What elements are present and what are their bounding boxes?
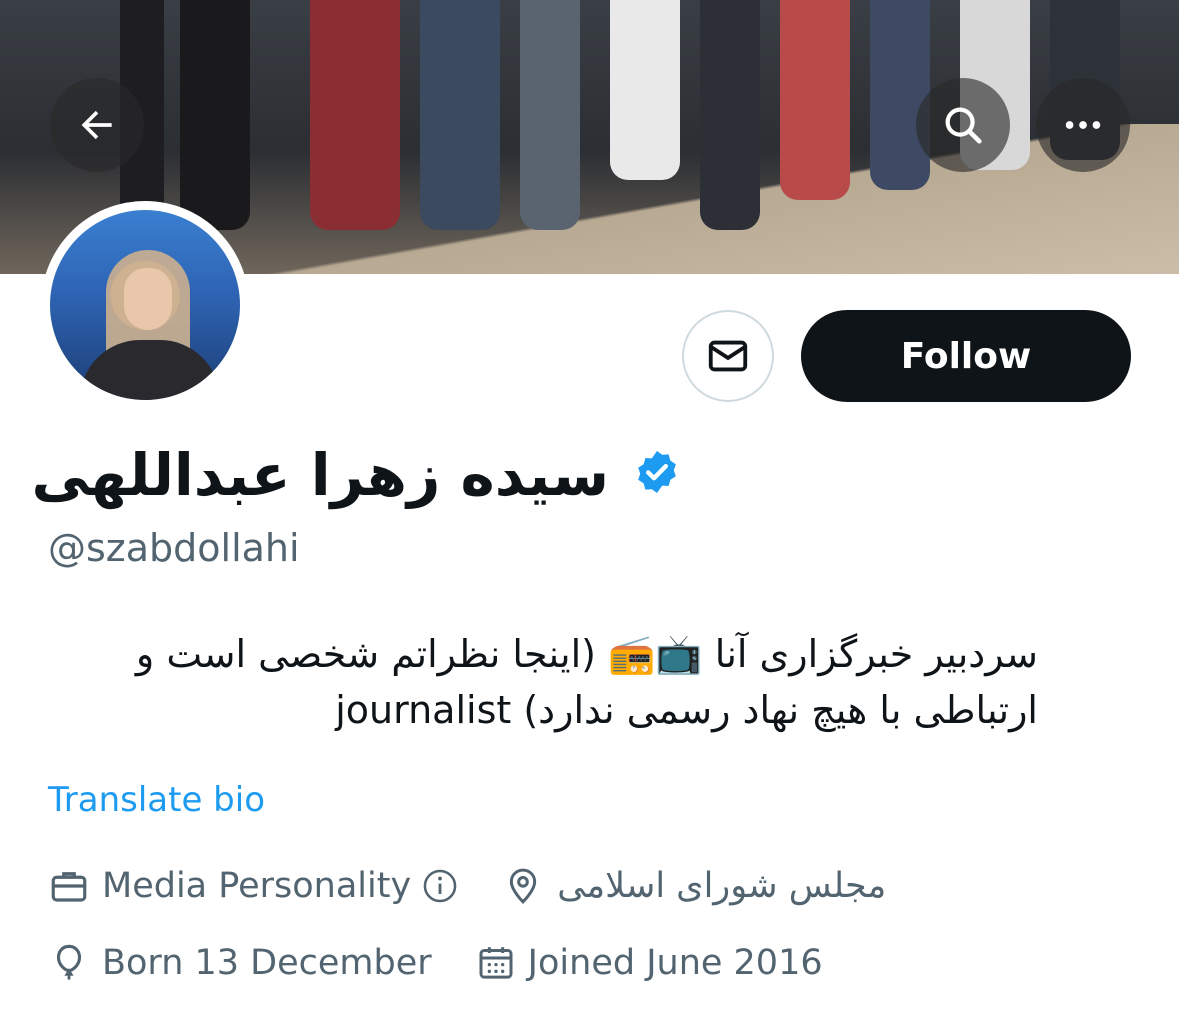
banner-figure <box>610 0 680 180</box>
translate-bio-link[interactable]: Translate bio <box>48 778 265 822</box>
location-item: مجلس شورای اسلامی <box>503 866 886 906</box>
follow-button[interactable]: Follow <box>801 310 1131 402</box>
category-item: Media Personality <box>48 865 459 907</box>
message-button[interactable] <box>682 310 774 402</box>
more-button[interactable] <box>1036 78 1130 172</box>
mail-icon <box>708 340 748 372</box>
birthday-item: Born 13 December <box>48 942 432 984</box>
more-horizontal-icon <box>1065 121 1101 129</box>
search-button[interactable] <box>916 78 1010 172</box>
location-pin-icon <box>510 868 537 904</box>
avatar[interactable] <box>50 210 240 400</box>
handle: @szabdollahi <box>48 526 300 570</box>
banner-figure <box>870 0 930 190</box>
bio-line: ارتباطی با هیچ نهاد رسمی ندارد) journali… <box>335 688 1038 732</box>
profile-meta-row: Born 13 December Joined June 2016 <box>48 938 823 988</box>
banner-figure <box>420 0 500 230</box>
briefcase-icon <box>51 872 87 902</box>
location-label: مجلس شورای اسلامی <box>557 866 887 906</box>
banner-figure <box>310 0 400 230</box>
banner-figure <box>520 0 580 230</box>
verified-badge-icon[interactable] <box>633 448 681 496</box>
avatar-face <box>124 268 172 330</box>
search-icon <box>945 107 982 144</box>
bio: سردبیر خبرگزاری آنا 📺📻 (اینجا نظراتم شخص… <box>48 626 1038 738</box>
avatar-coat <box>80 340 220 400</box>
banner-figure <box>700 0 760 230</box>
back-button[interactable] <box>50 78 144 172</box>
banner-figure <box>180 0 250 230</box>
category-label: Media Personality <box>102 866 412 906</box>
display-name: سیده زهرا عبداللهی <box>31 441 609 509</box>
birthday-label: Born 13 December <box>102 943 432 983</box>
joined-item: Joined June 2016 <box>476 943 823 983</box>
joined-label: Joined June 2016 <box>527 943 823 983</box>
profile-avatar-border <box>41 201 249 409</box>
calendar-icon <box>479 947 513 979</box>
bio-line: سردبیر خبرگزاری آنا 📺📻 (اینجا نظراتم شخص… <box>135 632 1038 676</box>
info-icon[interactable] <box>421 867 459 905</box>
arrow-left-icon <box>81 110 112 140</box>
balloon-icon <box>56 944 82 980</box>
profile-meta-row: Media Personality مجلس شورای اسلامی <box>48 861 886 911</box>
banner-figure <box>780 0 850 200</box>
